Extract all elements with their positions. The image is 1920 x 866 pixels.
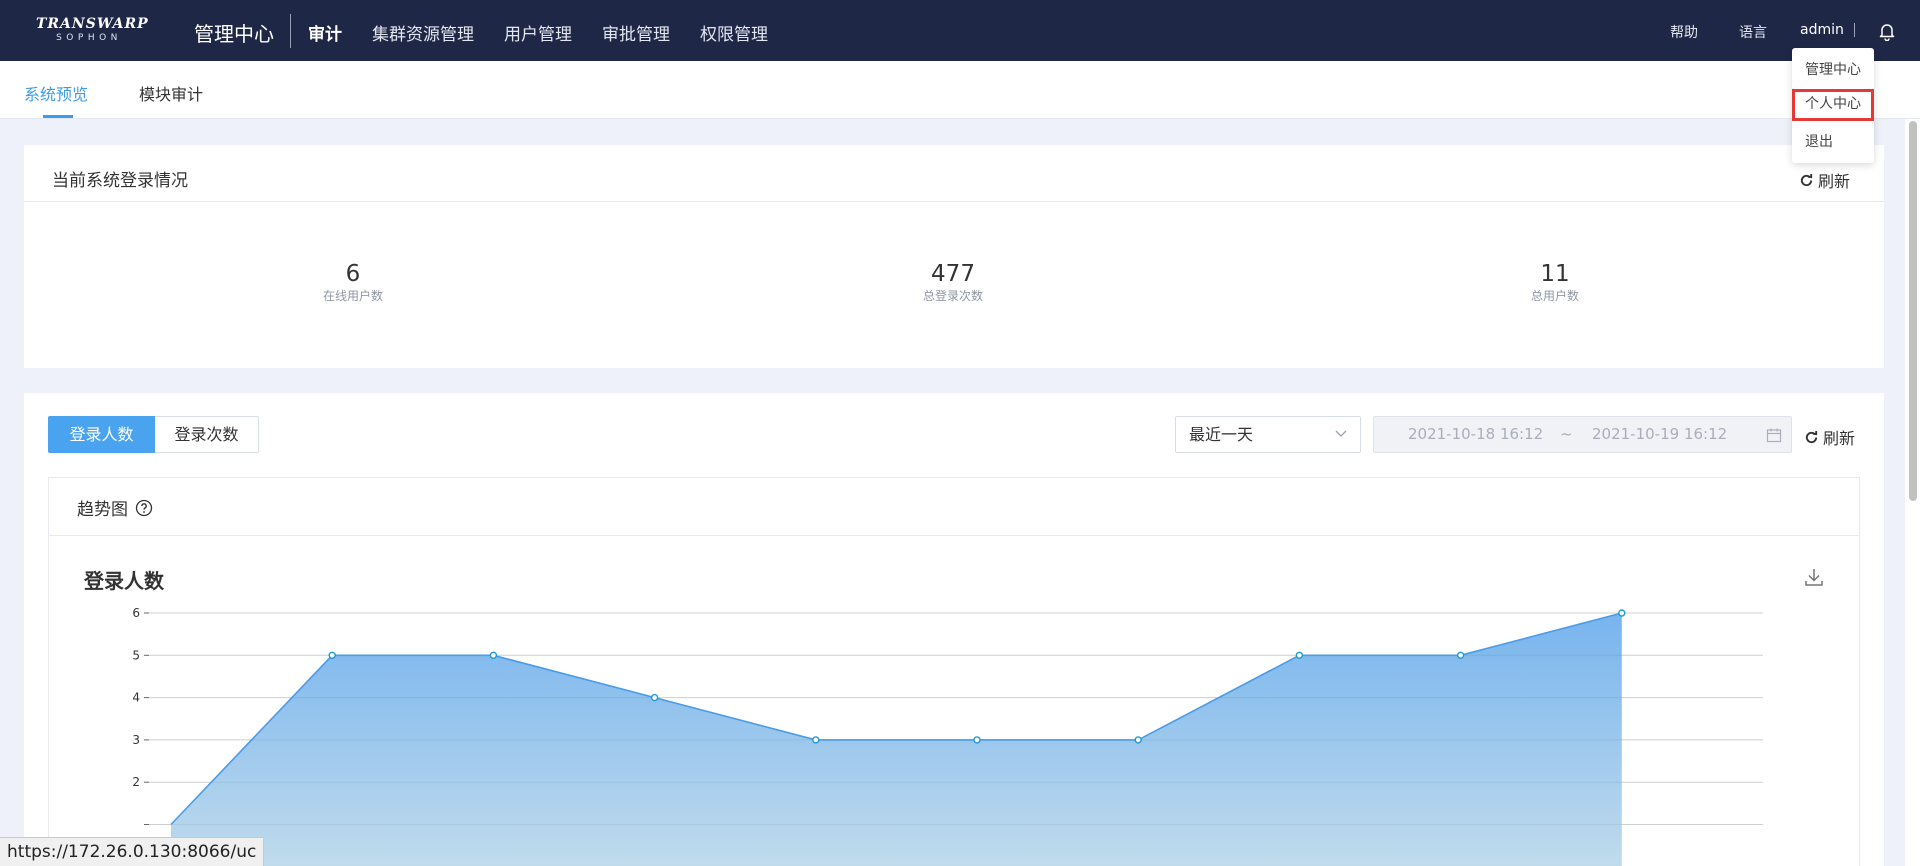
segment-login-count[interactable]: 登录次数 xyxy=(155,416,259,453)
tab-system-overview[interactable]: 系统预览 xyxy=(24,81,88,105)
time-range-value: 最近一天 xyxy=(1189,425,1254,444)
user-divider xyxy=(1854,23,1855,37)
trend-refresh-button[interactable]: 刷新 xyxy=(1804,425,1855,449)
trend-card: 登录人数 登录次数 最近一天 2021-10-18 16:12 ~ 2021-1… xyxy=(24,393,1884,866)
logo-text-top: TRANSWARP xyxy=(36,16,149,32)
logo-text-bottom: SOPHON xyxy=(56,33,122,43)
login-status-card: 当前系统登录情况 刷新 6 在线用户数 477 总登录次数 11 总用户数 xyxy=(24,145,1884,368)
date-range-picker[interactable]: 2021-10-18 16:12 ~ 2021-10-19 16:12 xyxy=(1373,416,1792,453)
data-point xyxy=(1134,736,1142,744)
download-icon[interactable] xyxy=(1803,566,1825,588)
nav-cluster-resources[interactable]: 集群资源管理 xyxy=(372,20,474,45)
menu-item-admin-center[interactable]: 管理中心 xyxy=(1792,55,1874,85)
login-status-title: 当前系统登录情况 xyxy=(52,171,188,191)
app-title: 管理中心 xyxy=(194,22,274,46)
main-nav: 审计 集群资源管理 用户管理 审批管理 权限管理 xyxy=(308,20,798,45)
stat-value: 6 xyxy=(345,261,361,287)
data-point xyxy=(1295,651,1304,659)
stat-label: 在线用户数 xyxy=(322,289,383,303)
data-point xyxy=(1618,609,1626,617)
data-point xyxy=(812,736,820,744)
time-range-select[interactable]: 最近一天 xyxy=(1175,416,1361,453)
y-tick-label: 5 xyxy=(132,648,140,662)
help-icon[interactable] xyxy=(135,499,153,517)
nav-approval-management[interactable]: 审批管理 xyxy=(602,20,670,45)
stat-value: 11 xyxy=(1540,261,1570,287)
user-menu-trigger[interactable]: admin xyxy=(1800,22,1844,38)
menu-item-logout[interactable]: 退出 xyxy=(1792,127,1874,157)
scrollbar-thumb[interactable] xyxy=(1909,121,1917,501)
trend-title: 趋势图 xyxy=(77,495,153,520)
y-tick-label: 3 xyxy=(132,733,140,747)
segment-login-users[interactable]: 登录人数 xyxy=(48,416,155,453)
login-status-header: 当前系统登录情况 刷新 xyxy=(24,145,1884,202)
stat-label: 总用户数 xyxy=(1530,289,1579,303)
status-bar-url: https://172.26.0.130:8066/uc xyxy=(0,837,265,866)
nav-audit[interactable]: 审计 xyxy=(308,20,342,45)
data-point xyxy=(328,651,336,659)
bell-icon[interactable] xyxy=(1877,21,1897,42)
login-users-chart: 2 3 4 5 6 xyxy=(132,608,1763,866)
date-separator: ~ xyxy=(1560,425,1573,443)
trend-panel: 趋势图 登录人数 2 3 4 5 6 xyxy=(48,477,1860,866)
title-divider xyxy=(290,14,291,48)
login-status-refresh-button[interactable]: 刷新 xyxy=(1799,168,1850,192)
stat-value: 477 xyxy=(931,261,975,287)
transwarp-logo[interactable]: TRANSWARP SOPHON xyxy=(36,16,149,46)
stat-label: 总登录次数 xyxy=(922,289,983,303)
chart-title: 登录人数 xyxy=(84,569,164,593)
tab-module-audit[interactable]: 模块审计 xyxy=(139,81,203,105)
active-tab-indicator xyxy=(43,115,73,118)
stat-total-logins: 477 总登录次数 xyxy=(853,260,1053,304)
refresh-label: 刷新 xyxy=(1823,429,1856,448)
help-link[interactable]: 帮助 xyxy=(1670,22,1698,42)
data-point xyxy=(489,651,498,659)
y-tick-label: 2 xyxy=(132,775,140,789)
refresh-label: 刷新 xyxy=(1818,172,1851,191)
stat-total-users: 11 总用户数 xyxy=(1455,260,1655,304)
refresh-icon xyxy=(1800,173,1813,186)
trend-title-text: 趋势图 xyxy=(77,500,128,520)
menu-item-personal-center[interactable]: 个人中心 xyxy=(1792,89,1874,121)
data-point xyxy=(650,693,659,702)
date-end: 2021-10-19 16:12 xyxy=(1592,425,1728,443)
data-point xyxy=(973,736,981,744)
data-point xyxy=(1456,651,1465,659)
nav-user-management[interactable]: 用户管理 xyxy=(504,20,572,45)
y-tick-label: 6 xyxy=(132,608,140,620)
stat-online-users: 6 在线用户数 xyxy=(253,260,453,304)
refresh-icon xyxy=(1805,430,1818,443)
chevron-down-icon xyxy=(1335,430,1347,437)
nav-permission-management[interactable]: 权限管理 xyxy=(700,20,768,45)
date-start: 2021-10-18 16:12 xyxy=(1408,425,1544,443)
y-tick-label: 4 xyxy=(132,691,140,705)
language-link[interactable]: 语言 xyxy=(1739,22,1767,42)
calendar-icon xyxy=(1766,428,1782,443)
user-dropdown-menu: 管理中心 个人中心 退出 xyxy=(1792,48,1874,163)
top-bar: TRANSWARP SOPHON 管理中心 审计 集群资源管理 用户管理 审批管… xyxy=(0,0,1920,61)
sub-nav: 系统预览 模块审计 xyxy=(0,61,1920,119)
trend-header: 趋势图 xyxy=(49,478,1859,536)
